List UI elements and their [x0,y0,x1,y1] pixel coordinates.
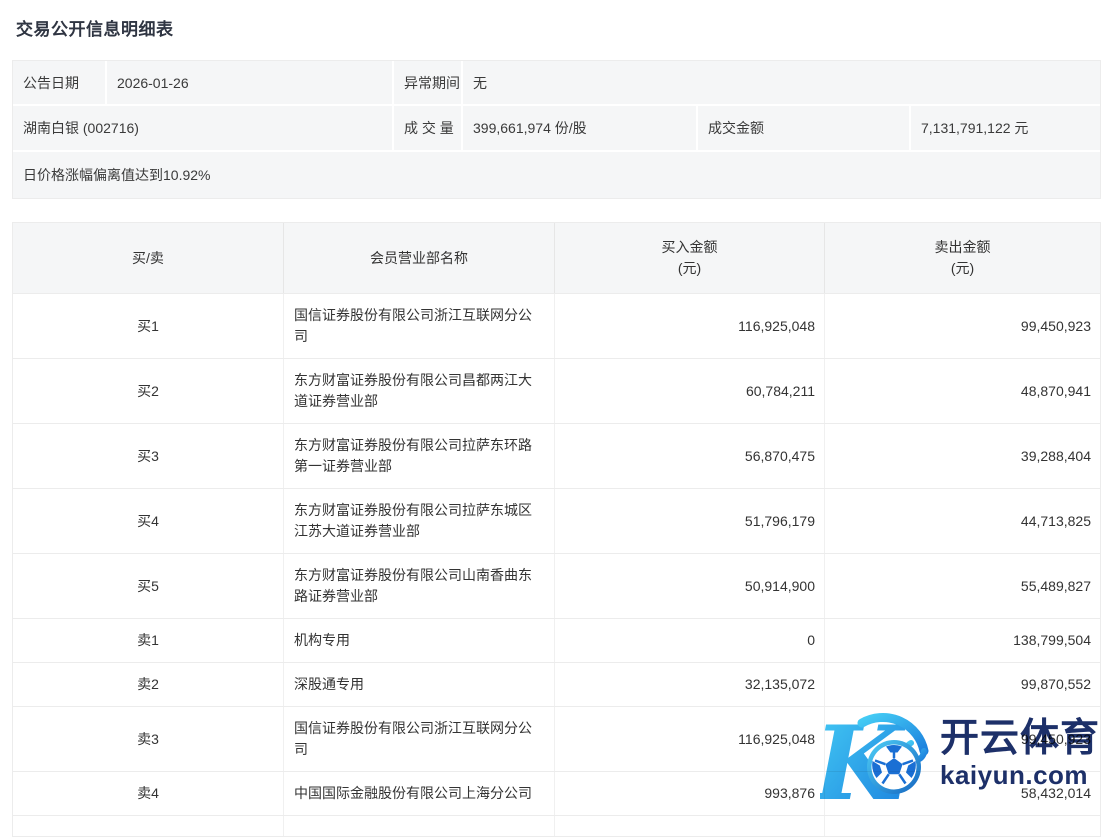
sell-amount-cell: 99,870,552 [825,663,1100,706]
deviation-note: 日价格涨幅偏离值达到10.92% [13,152,1100,198]
buy-amount-cell: 56,870,475 [555,424,825,488]
table-row: 买3 东方财富证券股份有限公司拉萨东环路第一证券营业部 56,870,475 3… [13,423,1100,488]
table-row: 买1 国信证券股份有限公司浙江互联网分公司 116,925,048 99,450… [13,293,1100,358]
table-row: 卖1 机构专用 0 138,799,504 [13,618,1100,662]
sell-amount-cell: 99,450,923 [825,294,1100,358]
branch-cell: 中国国际金融股份有限公司上海分公司 [284,772,555,815]
summary-row-date: 公告日期 2026-01-26 异常期间 无 [13,61,1100,106]
buy-amount-cell: 32,135,072 [555,663,825,706]
side-cell: 卖3 [13,707,284,771]
side-cell: 买2 [13,359,284,423]
buy-amount-cell: 0 [555,619,825,662]
branch-cell: 深股通专用 [284,663,555,706]
branch-cell: 国信证券股份有限公司浙江互联网分公司 [284,294,555,358]
table-header-row: 买/卖 会员营业部名称 买入金额 (元) 卖出金额 (元) [13,223,1100,293]
branch-cell: 东方财富证券股份有限公司山南香曲东路证券营业部 [284,554,555,618]
side-cell: 买3 [13,424,284,488]
sell-amount-cell: 55,489,827 [825,554,1100,618]
volume-value: 399,661,974 份/股 [463,106,698,150]
buy-amount-cell: 116,925,048 [555,707,825,771]
turnover-value: 7,131,791,122 元 [911,106,1100,150]
table-row: 卖2 深股通专用 32,135,072 99,870,552 [13,662,1100,706]
header-sell-line2: (元) [951,258,974,279]
table-row: 卖4 中国国际金融股份有限公司上海分公司 993,876 58,432,014 [13,771,1100,815]
table-row: 买2 东方财富证券股份有限公司昌都两江大道证券营业部 60,784,211 48… [13,358,1100,423]
summary-row-note: 日价格涨幅偏离值达到10.92% [13,152,1100,198]
branch-cell: 东方财富证券股份有限公司拉萨东环路第一证券营业部 [284,424,555,488]
volume-label: 成 交 量 [394,106,463,150]
sell-amount-cell: 99,450,923 [825,707,1100,771]
summary-row-stock: 湖南白银 (002716) 成 交 量 399,661,974 份/股 成交金额… [13,106,1100,152]
table-body: 买1 国信证券股份有限公司浙江互联网分公司 116,925,048 99,450… [13,293,1100,815]
buy-amount-cell: 993,876 [555,772,825,815]
side-cell: 买5 [13,554,284,618]
turnover-label: 成交金额 [698,106,911,150]
header-sell-line1: 卖出金额 [935,237,991,258]
buy-amount-cell: 51,796,179 [555,489,825,553]
summary-info-table: 公告日期 2026-01-26 异常期间 无 湖南白银 (002716) 成 交… [12,60,1101,199]
table-row: 买4 东方财富证券股份有限公司拉萨东城区江苏大道证券营业部 51,796,179… [13,488,1100,553]
buy-amount-cell: 50,914,900 [555,554,825,618]
branch-cell: 东方财富证券股份有限公司昌都两江大道证券营业部 [284,359,555,423]
sell-amount-cell: 58,432,014 [825,772,1100,815]
side-cell: 买1 [13,294,284,358]
sell-amount-cell: 138,799,504 [825,619,1100,662]
side-cell: 卖2 [13,663,284,706]
sell-amount-cell: 48,870,941 [825,359,1100,423]
header-side: 买/卖 [13,223,284,293]
branch-cell: 机构专用 [284,619,555,662]
abnormal-period-label: 异常期间 [394,61,463,104]
sell-amount-cell: 44,713,825 [825,489,1100,553]
partial-next-row [13,815,1100,836]
side-cell: 卖4 [13,772,284,815]
side-cell: 卖1 [13,619,284,662]
sell-amount-cell: 39,288,404 [825,424,1100,488]
header-buy-amount: 买入金额 (元) [555,223,825,293]
abnormal-period-value: 无 [463,61,1100,104]
buy-amount-cell: 116,925,048 [555,294,825,358]
trade-detail-table: 买/卖 会员营业部名称 买入金额 (元) 卖出金额 (元) 买1 国信证券股份有… [12,222,1101,837]
table-row: 买5 东方财富证券股份有限公司山南香曲东路证券营业部 50,914,900 55… [13,553,1100,618]
header-buy-line1: 买入金额 [662,237,718,258]
buy-amount-cell: 60,784,211 [555,359,825,423]
announce-date-label: 公告日期 [13,61,107,104]
header-branch: 会员营业部名称 [284,223,555,293]
branch-cell: 国信证券股份有限公司浙江互联网分公司 [284,707,555,771]
stock-name: 湖南白银 (002716) [13,106,394,150]
page-title: 交易公开信息明细表 [16,15,174,40]
table-row: 卖3 国信证券股份有限公司浙江互联网分公司 116,925,048 99,450… [13,706,1100,771]
announce-date-value: 2026-01-26 [107,61,394,104]
side-cell: 买4 [13,489,284,553]
branch-cell: 东方财富证券股份有限公司拉萨东城区江苏大道证券营业部 [284,489,555,553]
header-sell-amount: 卖出金额 (元) [825,223,1100,293]
header-buy-line2: (元) [678,258,701,279]
